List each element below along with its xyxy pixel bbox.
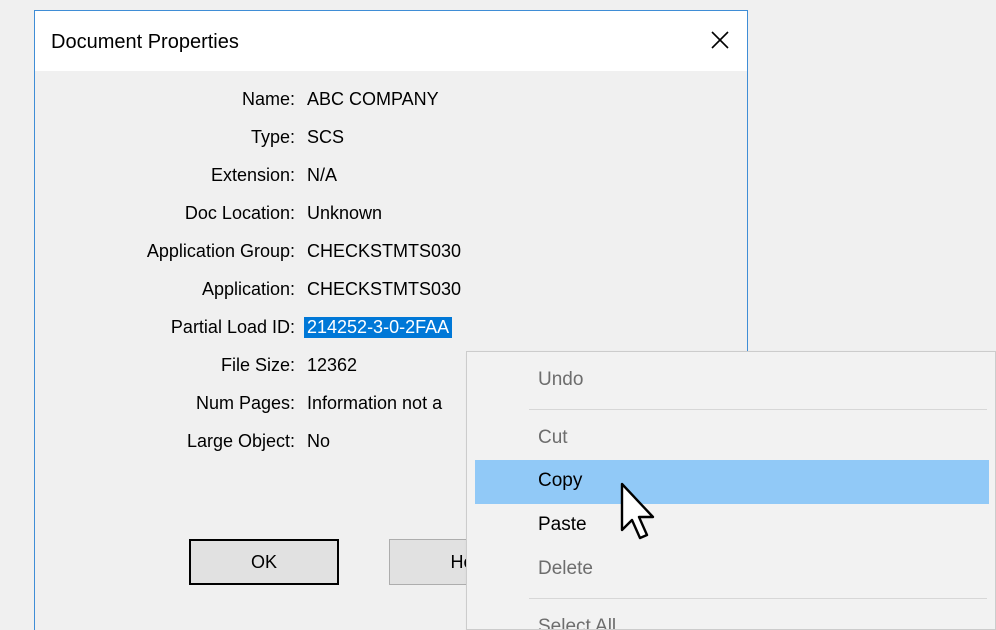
property-label: Doc Location: — [184, 203, 295, 223]
property-value: 12362 — [307, 355, 358, 375]
close-icon — [711, 31, 729, 49]
close-button[interactable] — [703, 23, 737, 57]
property-value: SCS — [307, 127, 345, 147]
property-value: CHECKSTMTS030 — [307, 241, 462, 261]
property-row-doc-location: Doc Location: Unknown — [35, 203, 749, 233]
property-label: Num Pages: — [195, 393, 295, 413]
property-row-extension: Extension: N/A — [35, 165, 749, 195]
property-row-application: Application: CHECKSTMTS030 — [35, 279, 749, 309]
menu-separator — [529, 598, 987, 599]
title-bar[interactable]: Document Properties — [35, 11, 747, 71]
mouse-pointer-icon — [620, 482, 655, 540]
menu-item-cut[interactable]: Cut — [467, 417, 995, 461]
menu-item-paste[interactable]: Paste — [467, 504, 995, 548]
dialog-title: Document Properties — [51, 31, 239, 53]
property-row-type: Type: SCS — [35, 127, 749, 157]
menu-item-label: Paste — [538, 514, 587, 535]
property-value: CHECKSTMTS030 — [307, 279, 462, 299]
property-label: Type: — [250, 127, 295, 147]
menu-separator — [529, 409, 987, 410]
partial-load-id-field[interactable]: 214252-3-0-2FAA — [304, 317, 453, 338]
property-value: No — [307, 431, 331, 451]
context-menu: Undo Cut Copy Paste Delete Select All — [466, 351, 996, 630]
menu-item-label: Undo — [538, 369, 584, 390]
property-row-name: Name: ABC COMPANY — [35, 89, 749, 119]
menu-item-undo[interactable]: Undo — [467, 359, 995, 403]
property-row-partial-load-id: Partial Load ID: 214252-3-0-2FAA — [35, 317, 749, 347]
property-label: Large Object: — [186, 431, 295, 451]
menu-item-copy[interactable]: Copy — [475, 460, 989, 504]
property-label: Extension: — [210, 165, 295, 185]
property-label: Application: — [201, 279, 295, 299]
property-value: Information not a — [307, 393, 443, 413]
property-row-application-group: Application Group: CHECKSTMTS030 — [35, 241, 749, 271]
menu-item-delete[interactable]: Delete — [467, 548, 995, 592]
menu-item-label: Copy — [538, 470, 583, 491]
property-value: N/A — [307, 165, 338, 185]
menu-item-label: Select All — [538, 616, 617, 630]
property-value: Unknown — [307, 203, 383, 223]
menu-item-label: Cut — [538, 427, 568, 448]
menu-item-select-all[interactable]: Select All — [467, 606, 995, 630]
property-label: Partial Load ID: — [170, 317, 295, 337]
property-value: ABC COMPANY — [307, 89, 439, 109]
ok-button[interactable]: OK — [189, 539, 339, 585]
menu-item-label: Delete — [538, 558, 593, 579]
property-label: Name: — [241, 89, 295, 109]
property-label: Application Group: — [146, 241, 295, 261]
property-label: File Size: — [220, 355, 295, 375]
